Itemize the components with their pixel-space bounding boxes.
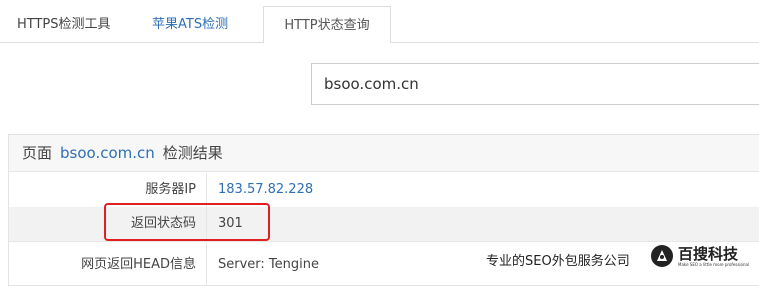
result-header-prefix: 页面 bbox=[22, 144, 53, 162]
tab-ats-check[interactable]: 苹果ATS检测 bbox=[152, 7, 228, 42]
logo-text: 百搜科技 bbox=[678, 245, 739, 263]
status-code-value: 301 bbox=[218, 216, 243, 231]
server-ip-value[interactable]: 183.57.82.228 bbox=[218, 173, 313, 207]
head-info-value: Server: Tengine bbox=[218, 257, 319, 272]
server-ip-label: 服务器IP bbox=[145, 182, 196, 197]
status-code-label: 返回状态码 bbox=[130, 216, 196, 231]
result-header-suffix: 检测结果 bbox=[162, 144, 223, 162]
tab-https-check[interactable]: HTTPS检测工具 bbox=[17, 7, 111, 42]
table-row-status-code: 返回状态码 301 bbox=[9, 207, 759, 242]
search-row: bsoo.com.cn bbox=[0, 43, 759, 130]
watermark: 专业的SEO外包服务公司 百搜科技 Make SEO a little more… bbox=[486, 244, 756, 274]
tab-bar: HTTPS检测工具 苹果ATS检测 HTTP状态查询 bbox=[0, 0, 759, 45]
result-header-domain[interactable]: bsoo.com.cn bbox=[60, 144, 155, 162]
logo-subtitle: Make SEO a little more professional bbox=[678, 262, 750, 267]
tab-http-status[interactable]: HTTP状态查询 bbox=[263, 6, 391, 45]
company-logo-icon bbox=[650, 244, 674, 268]
watermark-text: 专业的SEO外包服务公司 bbox=[486, 254, 630, 269]
head-info-label: 网页返回HEAD信息 bbox=[81, 257, 196, 272]
table-row-server-ip: 服务器IP 183.57.82.228 bbox=[9, 173, 759, 208]
search-input[interactable]: bsoo.com.cn bbox=[311, 63, 759, 105]
result-header: 页面 bsoo.com.cn 检测结果 bbox=[9, 135, 759, 172]
